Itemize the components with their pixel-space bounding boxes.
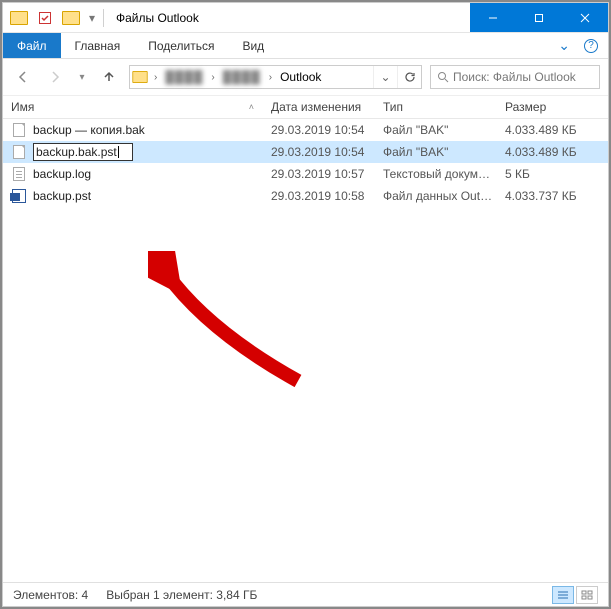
status-count: Элементов: 4	[13, 588, 88, 602]
file-type: Файл данных Out…	[375, 185, 497, 207]
address-refresh-button[interactable]	[397, 66, 421, 88]
file-type: Текстовый докум…	[375, 163, 497, 185]
column-header-size[interactable]: Размер	[497, 96, 608, 118]
file-size: 4.033.737 КБ	[497, 185, 608, 207]
close-button[interactable]	[562, 3, 608, 32]
search-icon	[437, 71, 449, 83]
sort-indicator-icon: ˄	[249, 102, 254, 112]
view-thumbnails-button[interactable]	[576, 586, 598, 604]
txt-file-icon	[11, 166, 27, 182]
file-type: Файл "BAK"	[375, 141, 497, 163]
nav-recent-dropdown[interactable]: ▾	[75, 65, 89, 89]
breadcrumb-chevron-icon[interactable]: ›	[265, 72, 276, 83]
file-name: backup — копия.bak	[33, 123, 145, 137]
address-folder-icon	[130, 70, 150, 84]
nav-back-button[interactable]	[11, 65, 35, 89]
ribbon-tab-share[interactable]: Поделиться	[134, 33, 228, 58]
file-row[interactable]: backup.bak.pst 29.03.2019 10:54Файл "BAK"…	[3, 141, 608, 163]
minimize-button[interactable]	[470, 3, 516, 32]
breadcrumb-segment-obscured[interactable]: ████	[161, 66, 207, 88]
file-date: 29.03.2019 10:58	[263, 185, 375, 207]
maximize-button[interactable]	[516, 3, 562, 32]
qat-newfolder-icon[interactable]	[59, 7, 83, 29]
rename-input[interactable]: backup.bak.pst	[33, 143, 133, 161]
file-name: backup.pst	[33, 189, 91, 203]
file-row[interactable]: backup — копия.bak 29.03.2019 10:54Файл "…	[3, 119, 608, 141]
ribbon-tab-view[interactable]: Вид	[228, 33, 278, 58]
breadcrumb-chevron-icon[interactable]: ›	[207, 72, 218, 83]
breadcrumb-chevron-icon[interactable]: ›	[150, 72, 161, 83]
qat-properties-icon[interactable]	[33, 7, 57, 29]
file-date: 29.03.2019 10:54	[263, 119, 375, 141]
file-name: backup.log	[33, 167, 91, 181]
address-dropdown-button[interactable]: ⌄	[373, 66, 397, 88]
column-header-name[interactable]: Имя ˄	[3, 96, 263, 118]
view-details-button[interactable]	[552, 586, 574, 604]
qat-customize-icon[interactable]: ▾	[85, 7, 99, 29]
status-selection: Выбран 1 элемент: 3,84 ГБ	[106, 588, 257, 602]
ribbon-help-icon[interactable]: ?	[584, 39, 598, 53]
file-row[interactable]: backup.pst 29.03.2019 10:58Файл данных Ou…	[3, 185, 608, 207]
ribbon-expand-icon[interactable]: ⌄	[558, 37, 570, 54]
breadcrumb-segment-current[interactable]: Outlook	[276, 66, 325, 88]
column-header-date[interactable]: Дата изменения	[263, 96, 375, 118]
file-list[interactable]: backup — копия.bak 29.03.2019 10:54Файл "…	[3, 119, 608, 582]
blank-file-icon	[11, 144, 27, 160]
annotation-arrow	[148, 251, 308, 391]
search-placeholder: Поиск: Файлы Outlook	[453, 70, 576, 84]
address-bar[interactable]: › ████ › ████ › Outlook ⌄	[129, 65, 422, 89]
file-size: 4.033.489 КБ	[497, 119, 608, 141]
pst-file-icon	[11, 188, 27, 204]
file-size: 5 КБ	[497, 163, 608, 185]
breadcrumb-segment-obscured[interactable]: ████	[219, 66, 265, 88]
nav-forward-button[interactable]	[43, 65, 67, 89]
file-date: 29.03.2019 10:57	[263, 163, 375, 185]
column-header-type[interactable]: Тип	[375, 96, 497, 118]
file-size: 4.033.489 КБ	[497, 141, 608, 163]
window-title: Файлы Outlook	[106, 3, 470, 32]
qat-folder-icon[interactable]	[7, 7, 31, 29]
file-date: 29.03.2019 10:54	[263, 141, 375, 163]
blank-file-icon	[11, 122, 27, 138]
nav-up-button[interactable]	[97, 65, 121, 89]
ribbon-tab-file[interactable]: Файл	[3, 33, 61, 58]
search-input[interactable]: Поиск: Файлы Outlook	[430, 65, 600, 89]
file-type: Файл "BAK"	[375, 119, 497, 141]
ribbon-tab-home[interactable]: Главная	[61, 33, 135, 58]
file-row[interactable]: backup.log 29.03.2019 10:57Текстовый доку…	[3, 163, 608, 185]
